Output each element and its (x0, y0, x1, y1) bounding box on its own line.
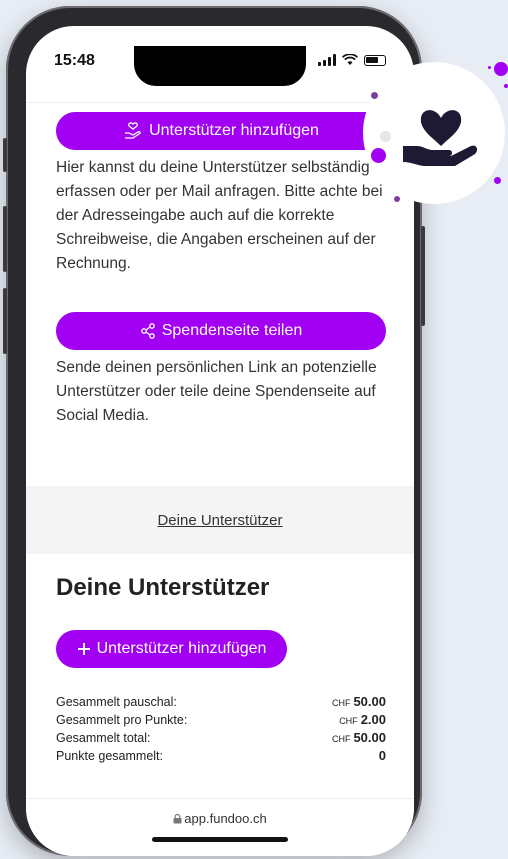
add-supporter-button[interactable]: Unterstützer hinzufügen (56, 112, 386, 150)
home-indicator (152, 837, 288, 842)
stat-row: Punkte gesammelt: 0 (56, 748, 386, 766)
add-supporter-secondary-label: Unterstützer hinzufügen (96, 640, 267, 657)
add-supporter-description: Hier kannst du deine Unterstützer selbst… (56, 159, 383, 272)
stat-value: 2.00 (360, 712, 386, 727)
add-supporter-button-secondary[interactable]: Unterstützer hinzufügen (56, 630, 287, 668)
decor-dot (380, 131, 391, 142)
decor-dot (488, 66, 491, 69)
stat-value-wrap: CHF 50.00 (332, 730, 386, 745)
plus-icon (77, 643, 90, 655)
stat-currency: CHF (339, 716, 358, 726)
share-page-description: Sende deinen persönlichen Link an potenz… (56, 359, 377, 424)
stat-value-wrap: CHF 50.00 (332, 694, 386, 709)
share-page-button[interactable]: Spendenseite teilen (56, 312, 386, 350)
signal-icon (318, 54, 336, 66)
supporters-anchor-link[interactable]: Deine Unterstützer (157, 512, 282, 529)
stat-value-wrap: CHF 2.00 (339, 712, 386, 727)
decor-dot (371, 148, 386, 163)
decor-dot (394, 196, 400, 202)
status-time: 15:48 (54, 52, 95, 69)
decor-dot (494, 62, 508, 76)
hand-icon (125, 122, 141, 139)
url-text: app.fundoo.ch (184, 811, 267, 826)
stat-value: 50.00 (353, 730, 386, 745)
decor-dot (494, 177, 501, 184)
anchor-band: Deine Unterstützer (26, 486, 414, 554)
decor-dot (371, 92, 378, 99)
share-page-button-label: Spendenseite teilen (161, 322, 303, 339)
side-button-mute (3, 138, 7, 172)
stat-value: 0 (378, 748, 386, 763)
stat-currency: CHF (331, 698, 351, 708)
stat-currency: CHF (331, 734, 351, 744)
lock-icon (173, 813, 182, 824)
stat-label: Gesammelt pauschal: (56, 695, 177, 709)
supporters-title: Deine Unterstützer (56, 574, 270, 601)
stat-value-wrap: 0 (379, 748, 386, 763)
stat-row: Gesammelt pauschal: CHF 50.00 (56, 694, 386, 712)
stat-label: Punkte gesammelt: (56, 749, 163, 763)
screen: 15:48 Unterstützer hinzufügen Hier kanns… (26, 26, 414, 856)
side-button-volume-down (3, 288, 7, 354)
notch (134, 46, 306, 86)
decor-dot (504, 84, 508, 88)
address-bar[interactable]: app.fundoo.ch (26, 811, 414, 826)
stat-label: Gesammelt total: (56, 731, 151, 745)
phone-frame: 15:48 Unterstützer hinzufügen Hier kanns… (3, 6, 425, 856)
browser-footer: app.fundoo.ch (26, 798, 414, 856)
add-supporter-button-label: Unterstützer hinzufügen (149, 122, 319, 139)
stat-label: Gesammelt pro Punkte: (56, 713, 188, 727)
share-icon (140, 323, 155, 339)
stat-row: Gesammelt total: CHF 50.00 (56, 730, 386, 748)
wifi-icon (342, 54, 358, 65)
supporters-stats: Gesammelt pauschal: CHF 50.00 Gesammelt p… (56, 694, 386, 766)
side-button-power (421, 226, 425, 326)
stat-row: Gesammelt pro Punkte: CHF 2.00 (56, 712, 386, 730)
side-button-volume-up (3, 206, 7, 272)
stat-value: 50.00 (353, 694, 386, 709)
